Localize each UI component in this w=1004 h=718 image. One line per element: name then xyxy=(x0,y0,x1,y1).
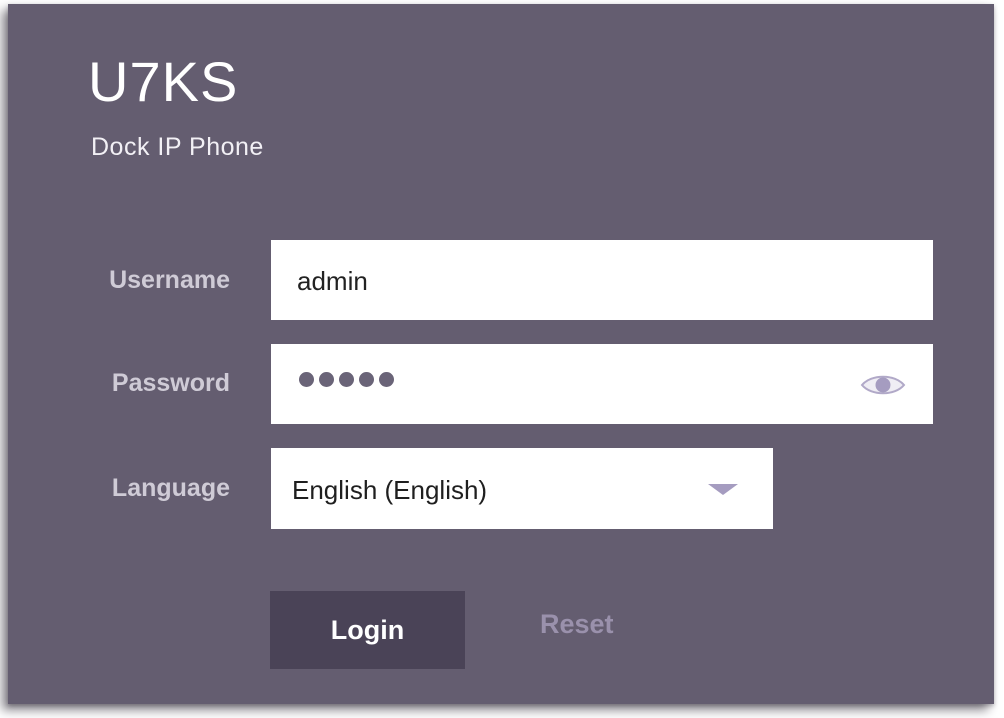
password-label: Password xyxy=(111,369,230,397)
language-selected-value: English (English) xyxy=(292,475,488,505)
username-label: Username xyxy=(109,266,230,294)
login-button[interactable]: Login xyxy=(270,591,465,669)
language-select[interactable]: English (English) xyxy=(271,448,773,529)
eye-icon[interactable] xyxy=(859,371,907,399)
language-label: Language xyxy=(111,474,230,502)
password-field[interactable] xyxy=(271,344,933,424)
password-mask-dot xyxy=(339,372,354,387)
password-mask-dot xyxy=(359,372,374,387)
username-value: admin xyxy=(297,266,368,296)
reset-button[interactable]: Reset xyxy=(540,609,614,640)
product-model-title: U7KS xyxy=(88,50,239,113)
username-field[interactable]: admin xyxy=(271,240,933,320)
chevron-down-icon xyxy=(708,484,738,495)
password-mask xyxy=(299,372,394,387)
password-mask-dot xyxy=(379,372,394,387)
password-mask-dot xyxy=(299,372,314,387)
product-subtitle: Dock IP Phone xyxy=(91,133,264,161)
login-panel: U7KS Dock IP Phone Username admin Passwo… xyxy=(8,4,994,704)
password-mask-dot xyxy=(319,372,334,387)
